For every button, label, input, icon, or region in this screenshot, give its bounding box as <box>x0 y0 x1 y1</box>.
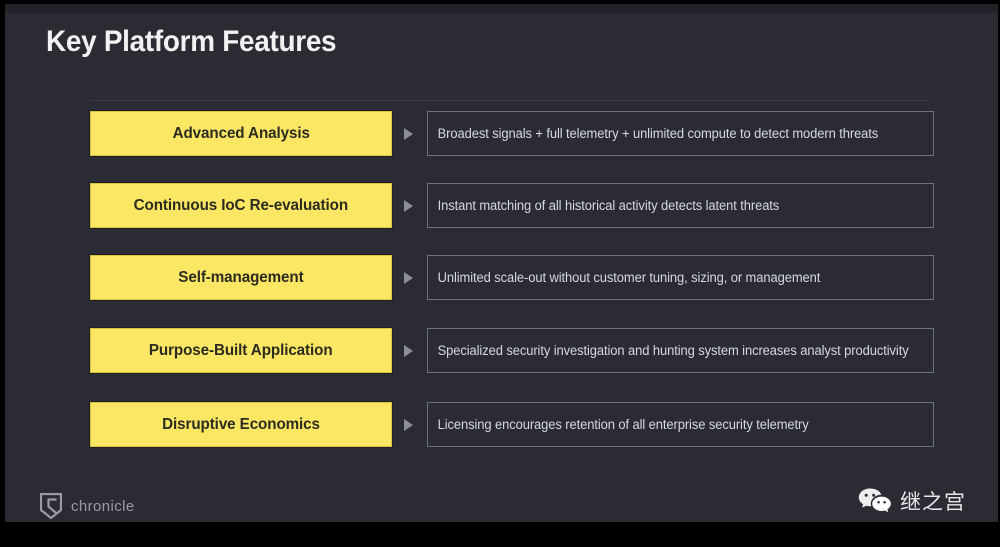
chronicle-shield-icon <box>40 493 62 519</box>
arrow-right-icon <box>404 200 413 212</box>
feature-description-text: Specialized security investigation and h… <box>437 343 909 358</box>
feature-pill-label: Advanced Analysis <box>172 124 310 142</box>
watermark-text: 继之宫 <box>900 490 966 514</box>
feature-description-box: Specialized security investigation and h… <box>427 328 934 373</box>
feature-row: Continuous IoC Re-evaluation Instant mat… <box>5 183 998 228</box>
feature-row: Purpose-Built Application Specialized se… <box>5 328 998 373</box>
arrow-right-icon <box>404 128 413 140</box>
feature-description-box: Unlimited scale-out without customer tun… <box>427 255 934 300</box>
feature-pill-advanced-analysis[interactable]: Advanced Analysis <box>90 111 392 156</box>
feature-pill-disruptive-economics[interactable]: Disruptive Economics <box>90 402 392 447</box>
slide-canvas: Key Platform Features Advanced Analysis … <box>5 4 998 522</box>
feature-description-text: Licensing encourages retention of all en… <box>437 417 809 432</box>
feature-description-text: Broadest signals + full telemetry + unli… <box>437 126 879 141</box>
wechat-icon <box>858 488 891 513</box>
feature-row: Self-management Unlimited scale-out with… <box>5 255 998 300</box>
feature-pill-continuous-ioc-re-evaluation[interactable]: Continuous IoC Re-evaluation <box>90 183 392 228</box>
feature-description-text: Unlimited scale-out without customer tun… <box>437 270 821 285</box>
feature-description-box: Broadest signals + full telemetry + unli… <box>427 111 934 156</box>
arrow-right-icon <box>404 345 413 357</box>
arrow-right-icon <box>404 272 413 284</box>
feature-pill-label: Disruptive Economics <box>162 415 320 433</box>
watermark: 继之宫 <box>858 486 966 516</box>
feature-pill-purpose-built-application[interactable]: Purpose-Built Application <box>90 328 392 373</box>
feature-pill-label: Self-management <box>178 268 304 286</box>
feature-description-box: Instant matching of all historical activ… <box>427 183 934 228</box>
feature-description-box: Licensing encourages retention of all en… <box>427 402 934 447</box>
feature-pill-self-management[interactable]: Self-management <box>90 255 392 300</box>
slide-frame: Key Platform Features Advanced Analysis … <box>0 0 1000 547</box>
brand-name: chronicle <box>71 497 135 515</box>
feature-row: Advanced Analysis Broadest signals + ful… <box>5 111 998 156</box>
feature-pill-label: Purpose-Built Application <box>149 341 333 359</box>
arrow-right-icon <box>404 419 413 431</box>
feature-row: Disruptive Economics Licensing encourage… <box>5 402 998 447</box>
bottom-letterbox <box>0 522 1000 547</box>
brand-logo: chronicle <box>40 493 135 519</box>
feature-pill-label: Continuous IoC Re-evaluation <box>133 196 349 214</box>
features-list: Advanced Analysis Broadest signals + ful… <box>5 4 998 522</box>
feature-description-text: Instant matching of all historical activ… <box>437 198 780 213</box>
